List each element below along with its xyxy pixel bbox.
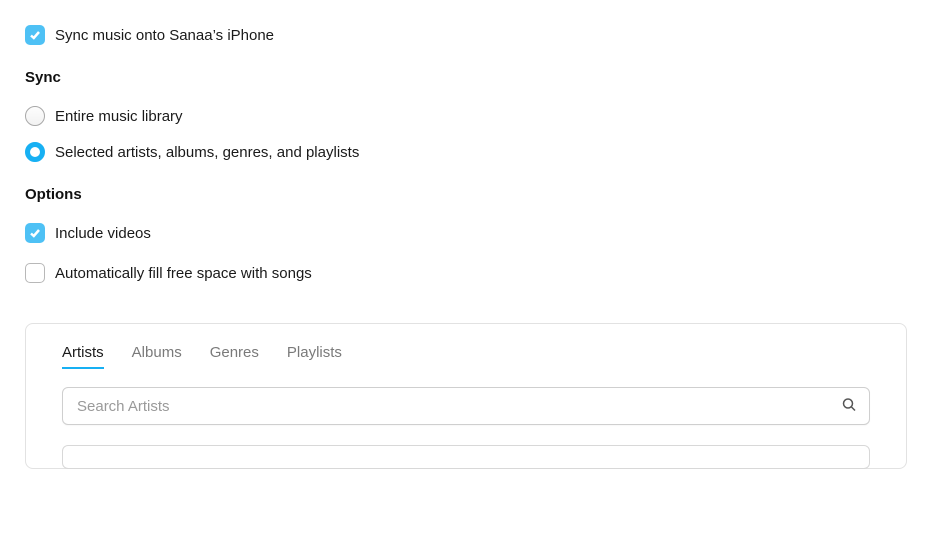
auto-fill-checkbox[interactable] — [25, 263, 45, 283]
tab-playlists[interactable]: Playlists — [287, 344, 342, 369]
options-heading: Options — [25, 186, 907, 203]
entire-library-label: Entire music library — [55, 108, 183, 125]
selected-items-radio[interactable] — [25, 142, 45, 162]
check-icon — [29, 29, 41, 41]
sync-music-checkbox[interactable] — [25, 25, 45, 45]
tab-artists[interactable]: Artists — [62, 344, 104, 369]
auto-fill-label: Automatically fill free space with songs — [55, 265, 312, 282]
sync-music-label: Sync music onto Sanaa’s iPhone — [55, 27, 274, 44]
tab-albums[interactable]: Albums — [132, 344, 182, 369]
content-panel: Artists Albums Genres Playlists — [25, 323, 907, 469]
search-input[interactable] — [62, 387, 870, 425]
include-videos-checkbox[interactable] — [25, 223, 45, 243]
tabs: Artists Albums Genres Playlists — [62, 344, 870, 369]
selected-items-label: Selected artists, albums, genres, and pl… — [55, 144, 359, 161]
tab-genres[interactable]: Genres — [210, 344, 259, 369]
sync-heading: Sync — [25, 69, 907, 86]
entire-library-radio[interactable] — [25, 106, 45, 126]
include-videos-label: Include videos — [55, 225, 151, 242]
check-icon — [29, 227, 41, 239]
list-box[interactable] — [62, 445, 870, 469]
